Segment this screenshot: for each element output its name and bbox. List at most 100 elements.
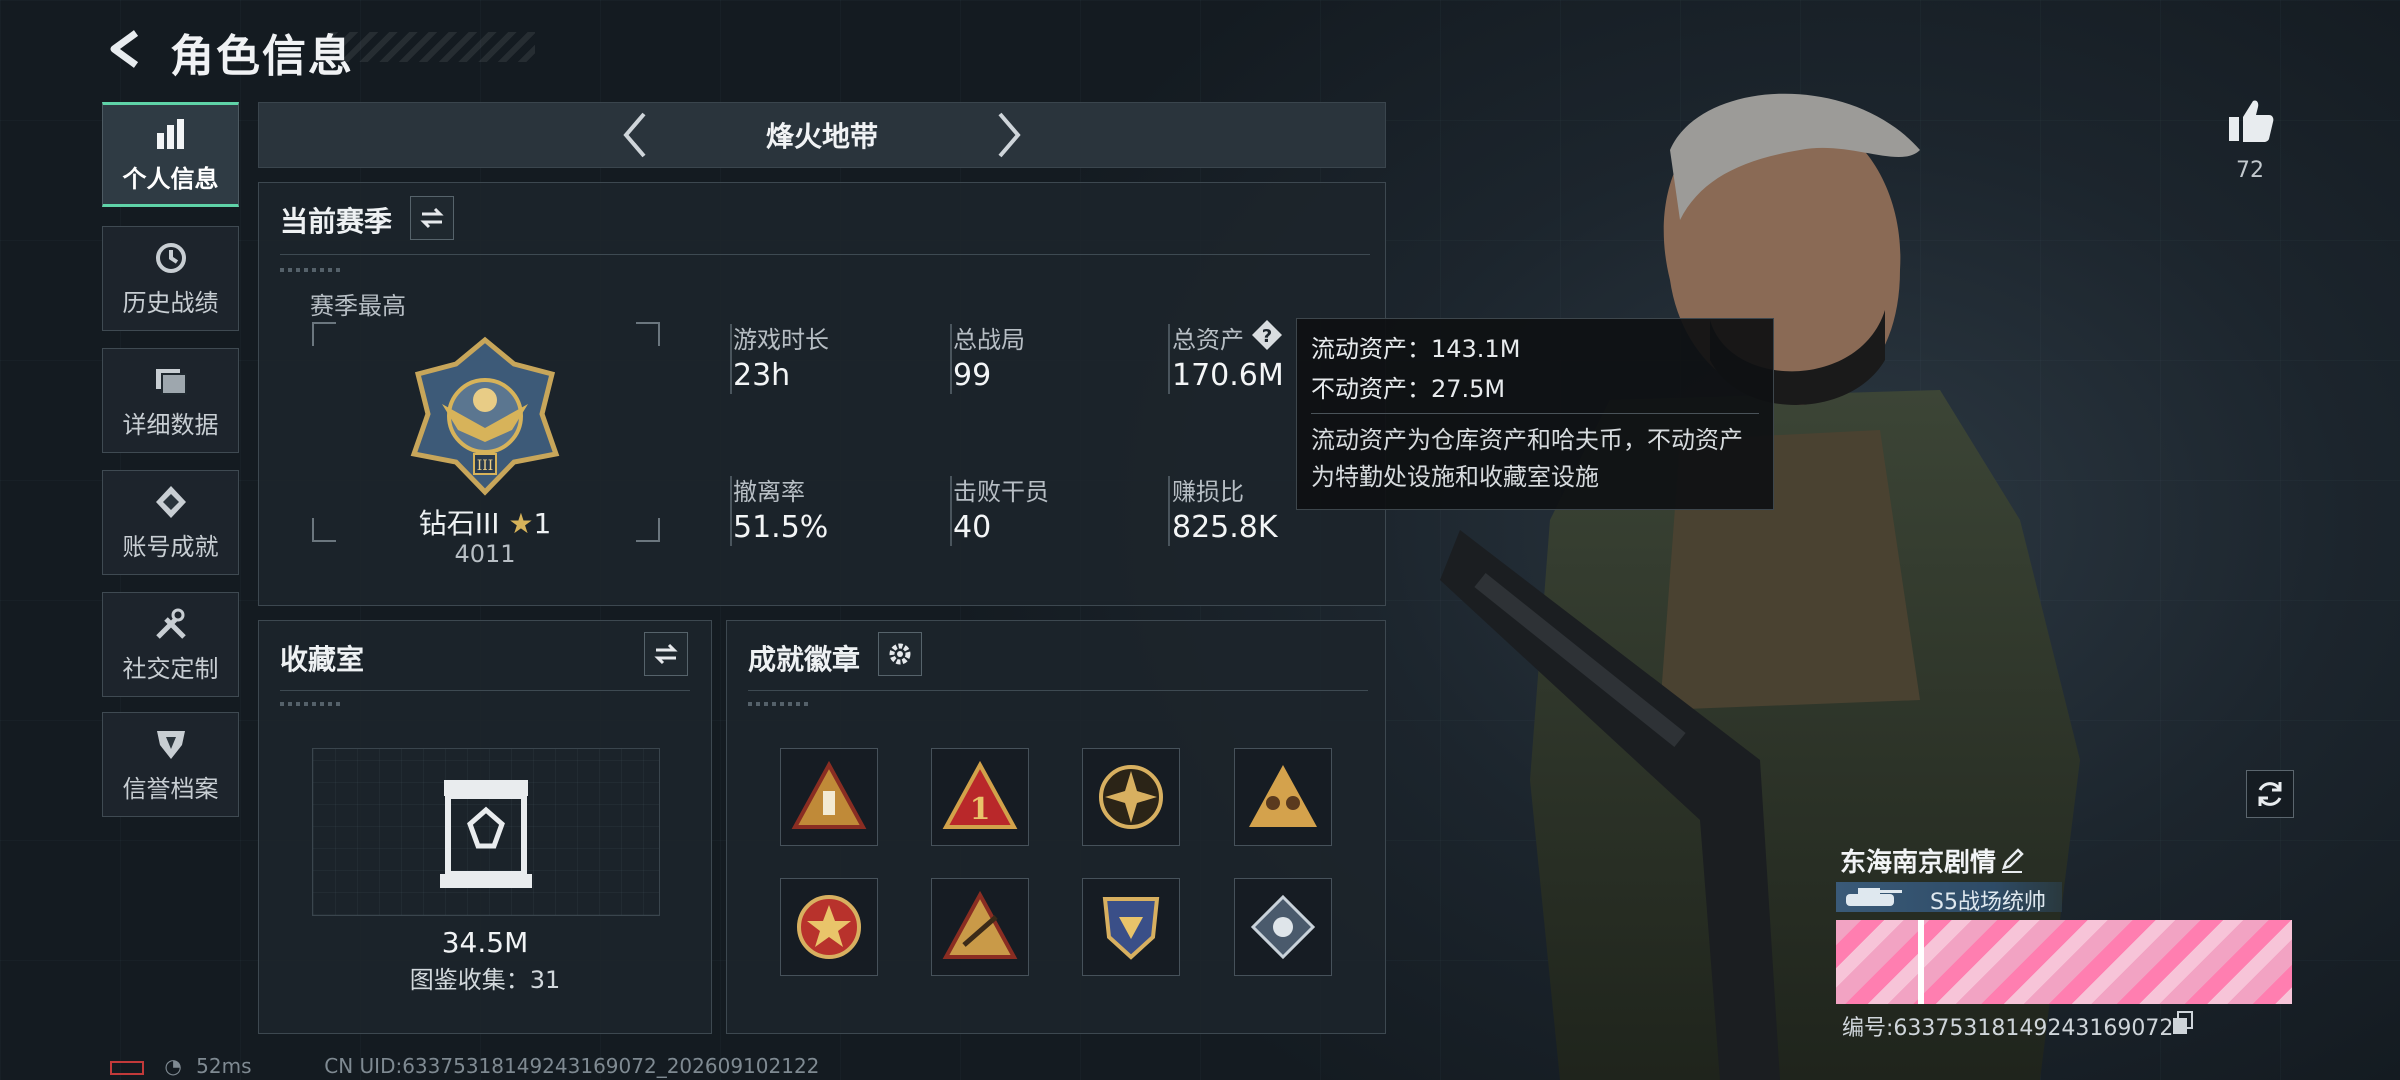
collection-switch-button[interactable] <box>644 632 688 676</box>
nav-personal-info[interactable]: 个人信息 <box>102 102 239 207</box>
thumbs-up-icon[interactable] <box>2225 95 2277 147</box>
tooltip-liquid-assets: 流动资产：143.1M <box>1311 335 1521 363</box>
ping-value: 52ms <box>196 1054 252 1078</box>
frame-corner <box>312 518 336 542</box>
wifi-icon: ◔ <box>164 1054 182 1078</box>
stat-value-profit-loss: 825.8K <box>1172 510 1278 545</box>
player-id: 编号:63375318149243169072 <box>1842 1016 2174 1041</box>
nav-label: 账号成就 <box>122 533 219 561</box>
stat-label-profit-loss: 赚损比 <box>1172 478 1244 506</box>
stat-divider <box>950 324 952 394</box>
stat-divider <box>1168 324 1170 394</box>
badge-slot[interactable] <box>780 748 878 846</box>
swap-icon <box>654 643 678 665</box>
back-button[interactable] <box>100 24 152 74</box>
chevron-right-icon <box>998 112 1021 158</box>
season-divider <box>280 254 1370 255</box>
rank-name: 钻石III <box>418 507 500 540</box>
badge-slot[interactable] <box>931 878 1029 976</box>
badge-slot[interactable] <box>1234 748 1332 846</box>
frame-corner <box>636 518 660 542</box>
stat-divider <box>1168 476 1170 546</box>
player-title: S5战场统帅 <box>1930 890 2046 915</box>
page-title: 角色信息 <box>170 31 354 82</box>
stat-label-total-assets: 总资产 <box>1172 326 1244 354</box>
stat-value-kills: 40 <box>953 510 992 545</box>
star-badge-icon <box>797 895 861 959</box>
edit-name-icon[interactable] <box>1998 846 2026 874</box>
rank-points: 4011 <box>454 540 516 568</box>
refresh-button[interactable] <box>2246 770 2294 818</box>
badge-slot[interactable] <box>1082 748 1180 846</box>
badge-slot[interactable]: 1 <box>931 748 1029 846</box>
decor-dots <box>280 268 340 272</box>
stat-value-total-assets: 170.6M <box>1172 358 1284 393</box>
season-switch-button[interactable] <box>410 196 454 240</box>
battery-icon <box>110 1060 144 1075</box>
decor-dots <box>748 702 808 706</box>
rank-line: 钻石III ★1 <box>400 502 570 542</box>
nav-history[interactable]: 历史战绩 <box>102 226 239 331</box>
uid-text: CN UID:63375318149243169072_202609102122 <box>324 1054 820 1078</box>
like-count: 72 <box>2236 158 2264 183</box>
copy-icon[interactable] <box>2170 1010 2196 1036</box>
mode-title: 烽火地带 <box>765 120 878 153</box>
svg-text:1: 1 <box>970 792 991 827</box>
tooltip-desc-2: 为特勤处设施和收藏室设施 <box>1311 463 1599 491</box>
star-icon: ★ <box>508 507 534 540</box>
stat-label-playtime: 游戏时长 <box>733 326 829 354</box>
refresh-icon <box>2258 782 2282 806</box>
svg-text:?: ? <box>1262 326 1272 347</box>
stat-divider <box>950 476 952 546</box>
tooltip-divider <box>1311 413 1759 414</box>
stat-divider <box>730 476 732 546</box>
mode-prev-button[interactable] <box>610 102 660 168</box>
nav-social-custom[interactable]: 社交定制 <box>102 592 239 697</box>
sun-badge-icon <box>1099 765 1163 829</box>
svg-text:III: III <box>477 458 494 474</box>
badges-title: 成就徽章 <box>748 643 861 676</box>
diamond-rank-emblem-icon: III <box>410 336 560 496</box>
nav-label: 历史战绩 <box>122 289 219 317</box>
badges-settings-button[interactable] <box>878 632 922 676</box>
tools-icon <box>155 608 186 639</box>
stat-label-kills: 击败干员 <box>953 478 1049 506</box>
nav-reputation[interactable]: 信誉档案 <box>102 712 239 817</box>
season-best-label: 赛季最高 <box>310 292 406 320</box>
stat-divider <box>730 324 732 394</box>
reputation-icon <box>156 731 185 759</box>
season-title: 当前赛季 <box>280 205 393 238</box>
nav-label: 社交定制 <box>122 655 219 683</box>
shield-badge-icon <box>1102 897 1160 960</box>
nav-account-achievements[interactable]: 账号成就 <box>102 470 239 575</box>
stat-value-total-matches: 99 <box>953 358 992 393</box>
number-one-badge-icon: 1 <box>942 760 1018 829</box>
question-icon: ? <box>1252 320 1282 350</box>
banner-divider <box>1918 920 1924 1004</box>
gear-icon <box>889 643 911 665</box>
back-arrow-icon <box>110 30 139 68</box>
stat-value-extract-rate: 51.5% <box>733 510 829 545</box>
tank-icon <box>1846 888 1902 906</box>
collection-count: 图鉴收集：31 <box>409 966 561 994</box>
nav-label: 详细数据 <box>122 411 219 439</box>
badge-slot[interactable] <box>780 878 878 976</box>
badge-slot[interactable] <box>1082 878 1180 976</box>
frame-corner <box>312 322 336 346</box>
history-icon <box>155 243 186 273</box>
title-decoration <box>330 32 535 62</box>
badge-slot[interactable] <box>1234 878 1332 976</box>
rank-stars: 1 <box>533 507 552 540</box>
stat-value-playtime: 23h <box>733 358 791 393</box>
bar-chart-icon <box>156 119 184 149</box>
tooltip-fixed-assets: 不动资产：27.5M <box>1311 375 1506 403</box>
status-bar: ◔ 52ms CN UID:63375318149243169072_20260… <box>110 1054 819 1078</box>
mode-next-button[interactable] <box>984 102 1034 168</box>
collection-divider <box>280 690 690 691</box>
nav-detailed-data[interactable]: 详细数据 <box>102 348 239 453</box>
collection-value: 34.5M <box>441 926 529 959</box>
assets-help-button[interactable]: ? <box>1250 318 1284 352</box>
tooltip-desc-1: 流动资产为仓库资产和哈夫币，不动资产 <box>1311 426 1743 454</box>
diamond-badge-icon <box>1250 894 1316 960</box>
assets-tooltip: 流动资产：143.1M 不动资产：27.5M 流动资产为仓库资产和哈夫币，不动资… <box>1296 318 1774 510</box>
